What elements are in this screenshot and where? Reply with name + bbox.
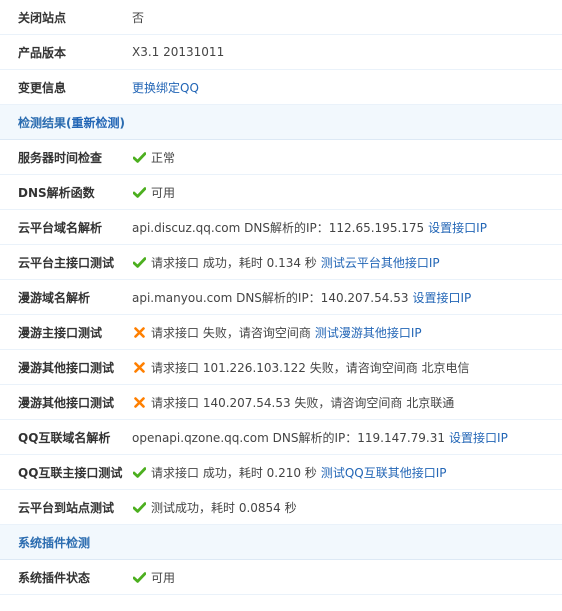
row-qq-main: QQ互联主接口测试 请求接口 成功，耗时 0.210 秒 测试QQ互联其他接口I… bbox=[0, 455, 562, 490]
check-icon bbox=[132, 570, 146, 584]
row-manyou-other-2: 漫游其他接口测试 请求接口 140.207.54.53 失败，请咨询空间商 北京… bbox=[0, 385, 562, 420]
row-manyou-domain: 漫游域名解析 api.manyou.com DNS解析的IP：140.207.5… bbox=[0, 280, 562, 315]
plugin-status-label: 系统插件状态 bbox=[18, 570, 91, 585]
qq-main-label: QQ互联主接口测试 bbox=[18, 465, 123, 480]
plugin-status-value: 可用 bbox=[151, 570, 176, 585]
status-table: 关闭站点 否 产品版本 X3.1 20131011 变更信息 更换绑定QQ 检测… bbox=[0, 0, 562, 595]
row-close-site: 关闭站点 否 bbox=[0, 0, 562, 35]
row-plugin-status: 系统插件状态 可用 bbox=[0, 560, 562, 595]
cloud-test-other-link[interactable]: 测试云平台其他接口IP bbox=[321, 254, 440, 271]
manyou-set-ip-link[interactable]: 设置接口IP bbox=[412, 289, 471, 306]
server-time-status: 正常 bbox=[151, 150, 176, 165]
manyou-test-other-link[interactable]: 测试漫游其他接口IP bbox=[315, 324, 422, 341]
product-version-value: X3.1 20131011 bbox=[132, 45, 225, 59]
change-bound-qq-link[interactable]: 更换绑定QQ bbox=[132, 79, 199, 96]
manyou-other-1-text: 请求接口 101.226.103.122 失败，请咨询空间商 北京电信 bbox=[151, 360, 470, 375]
detect-title-suffix: ) bbox=[119, 115, 125, 130]
detect-section-header: 检测结果(重新检测) bbox=[0, 105, 562, 140]
row-qq-domain: QQ互联域名解析 openapi.qzone.qq.com DNS解析的IP：1… bbox=[0, 420, 562, 455]
manyou-domain-text: api.manyou.com DNS解析的IP：140.207.54.53 bbox=[132, 290, 409, 305]
row-cloud-domain: 云平台域名解析 api.discuz.qq.com DNS解析的IP：112.6… bbox=[0, 210, 562, 245]
detect-title-prefix: 检测结果( bbox=[18, 115, 72, 130]
row-server-time: 服务器时间检查 正常 bbox=[0, 140, 562, 175]
check-icon bbox=[132, 185, 146, 199]
row-manyou-other-1: 漫游其他接口测试 请求接口 101.226.103.122 失败，请咨询空间商 … bbox=[0, 350, 562, 385]
product-version-label: 产品版本 bbox=[18, 45, 67, 60]
row-cloud-site: 云平台到站点测试 测试成功，耗时 0.0854 秒 bbox=[0, 490, 562, 525]
qq-domain-text: openapi.qzone.qq.com DNS解析的IP：119.147.79… bbox=[132, 430, 446, 445]
dns-func-label: DNS解析函数 bbox=[18, 185, 95, 200]
cross-icon bbox=[132, 325, 146, 339]
change-info-label: 变更信息 bbox=[18, 80, 67, 95]
recheck-link[interactable]: 重新检测 bbox=[72, 116, 120, 130]
row-manyou-main: 漫游主接口测试 请求接口 失败，请咨询空间商 测试漫游其他接口IP bbox=[0, 315, 562, 350]
row-product-version: 产品版本 X3.1 20131011 bbox=[0, 35, 562, 70]
close-site-label: 关闭站点 bbox=[18, 10, 67, 25]
row-cloud-main: 云平台主接口测试 请求接口 成功，耗时 0.134 秒 测试云平台其他接口IP bbox=[0, 245, 562, 280]
cloud-main-text: 请求接口 成功，耗时 0.134 秒 bbox=[151, 255, 317, 270]
cloud-set-ip-link[interactable]: 设置接口IP bbox=[428, 219, 487, 236]
change-info-value: 更换绑定QQ bbox=[132, 79, 199, 96]
cross-icon bbox=[132, 360, 146, 374]
detect-section-title: 检测结果(重新检测) bbox=[0, 114, 125, 131]
row-dns-func: DNS解析函数 可用 bbox=[0, 175, 562, 210]
cloud-main-label: 云平台主接口测试 bbox=[18, 255, 115, 270]
plugin-section-title: 系统插件检测 bbox=[18, 535, 91, 550]
manyou-other-2-label: 漫游其他接口测试 bbox=[18, 395, 115, 410]
check-icon bbox=[132, 255, 146, 269]
qq-main-text: 请求接口 成功，耗时 0.210 秒 bbox=[151, 465, 317, 480]
qq-test-other-link[interactable]: 测试QQ互联其他接口IP bbox=[321, 464, 447, 481]
cloud-domain-text: api.discuz.qq.com DNS解析的IP：112.65.195.17… bbox=[132, 220, 425, 235]
plugin-section-header: 系统插件检测 bbox=[0, 525, 562, 560]
manyou-main-text: 请求接口 失败，请咨询空间商 bbox=[151, 325, 311, 340]
server-time-label: 服务器时间检查 bbox=[18, 150, 103, 165]
cloud-site-text: 测试成功，耗时 0.0854 秒 bbox=[151, 500, 297, 515]
manyou-main-label: 漫游主接口测试 bbox=[18, 325, 103, 340]
cross-icon bbox=[132, 395, 146, 409]
check-icon bbox=[132, 150, 146, 164]
close-site-value: 否 bbox=[132, 10, 145, 25]
qq-domain-label: QQ互联域名解析 bbox=[18, 430, 111, 445]
dns-func-status: 可用 bbox=[151, 185, 176, 200]
row-change-info: 变更信息 更换绑定QQ bbox=[0, 70, 562, 105]
manyou-domain-label: 漫游域名解析 bbox=[18, 290, 91, 305]
check-icon bbox=[132, 500, 146, 514]
qq-set-ip-link[interactable]: 设置接口IP bbox=[449, 429, 508, 446]
cloud-domain-label: 云平台域名解析 bbox=[18, 220, 103, 235]
check-icon bbox=[132, 465, 146, 479]
manyou-other-2-text: 请求接口 140.207.54.53 失败，请咨询空间商 北京联通 bbox=[151, 395, 455, 410]
manyou-other-1-label: 漫游其他接口测试 bbox=[18, 360, 115, 375]
cloud-site-label: 云平台到站点测试 bbox=[18, 500, 115, 515]
